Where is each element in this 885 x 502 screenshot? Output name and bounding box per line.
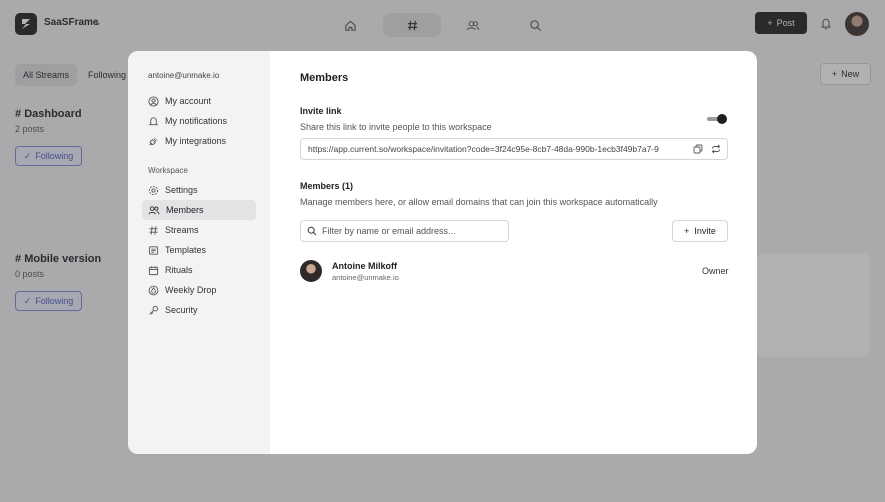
settings-modal: antoine@unmake.io My account My notifica…	[128, 51, 757, 454]
sidebar-item-label: Settings	[165, 185, 198, 195]
sidebar-item-my-notifications[interactable]: My notifications	[142, 111, 256, 131]
search-icon	[307, 226, 317, 236]
invite-link-toggle[interactable]	[707, 114, 727, 124]
people-icon	[148, 205, 160, 214]
key-icon	[149, 305, 159, 315]
bell-icon	[148, 116, 159, 125]
member-filter-input[interactable]	[322, 226, 502, 236]
sidebar-item-my-integrations[interactable]: My integrations	[142, 131, 256, 151]
refresh-icon[interactable]	[711, 144, 721, 154]
hash-icon	[149, 225, 158, 235]
plus-icon: +	[684, 226, 690, 236]
sidebar-item-label: Weekly Drop	[165, 285, 217, 295]
sidebar-item-label: Members	[166, 205, 204, 215]
sidebar-item-members[interactable]: Members	[142, 200, 256, 220]
sidebar-item-my-account[interactable]: My account	[142, 91, 256, 111]
members-count-label: Members (1)	[300, 181, 354, 191]
invite-link-description: Share this link to invite people to this…	[300, 122, 492, 132]
page-title: Members	[300, 72, 349, 84]
member-email: antoine@unmake.io	[332, 273, 399, 282]
avatar	[300, 260, 322, 282]
invite-button-label: Invite	[694, 226, 716, 236]
gear-icon	[148, 185, 159, 195]
member-role[interactable]: Owner	[702, 266, 729, 276]
sidebar-item-templates[interactable]: Templates	[142, 240, 256, 260]
sidebar-item-streams[interactable]: Streams	[142, 220, 256, 240]
account-email: antoine@unmake.io	[148, 71, 220, 80]
invite-link-label: Invite link	[300, 106, 342, 116]
sidebar-item-weekly-drop[interactable]: Weekly Drop	[142, 280, 256, 300]
sidebar-item-label: Streams	[165, 225, 199, 235]
invite-link-url: https://app.current.so/workspace/invitat…	[308, 144, 659, 154]
sidebar-item-label: My notifications	[165, 116, 228, 126]
sidebar-item-label: Rituals	[165, 265, 193, 275]
member-filter-field[interactable]	[300, 220, 509, 242]
toggle-knob	[717, 114, 727, 124]
template-icon	[148, 245, 159, 255]
sidebar-item-label: My integrations	[165, 136, 227, 146]
members-panel: Members Invite link Share this link to i…	[270, 51, 757, 454]
invite-button[interactable]: + Invite	[672, 220, 728, 242]
drop-icon	[148, 285, 159, 295]
sidebar-heading-workspace: Workspace	[148, 165, 188, 175]
invite-link-field[interactable]: https://app.current.so/workspace/invitat…	[300, 138, 728, 160]
plug-icon	[149, 137, 158, 145]
copy-icon[interactable]	[693, 144, 703, 154]
member-name: Antoine Milkoff	[332, 261, 397, 271]
sidebar-item-security[interactable]: Security	[142, 300, 256, 320]
members-description: Manage members here, or allow email doma…	[300, 197, 658, 207]
sidebar-item-label: Security	[165, 305, 198, 315]
calendar-icon	[148, 265, 159, 275]
sidebar-item-label: Templates	[165, 245, 207, 255]
sidebar-item-rituals[interactable]: Rituals	[142, 260, 256, 280]
user-circle-icon	[148, 95, 159, 107]
sidebar-item-label: My account	[165, 96, 212, 106]
settings-sidebar: antoine@unmake.io My account My notifica…	[128, 51, 270, 454]
sidebar-item-settings[interactable]: Settings	[142, 180, 256, 200]
